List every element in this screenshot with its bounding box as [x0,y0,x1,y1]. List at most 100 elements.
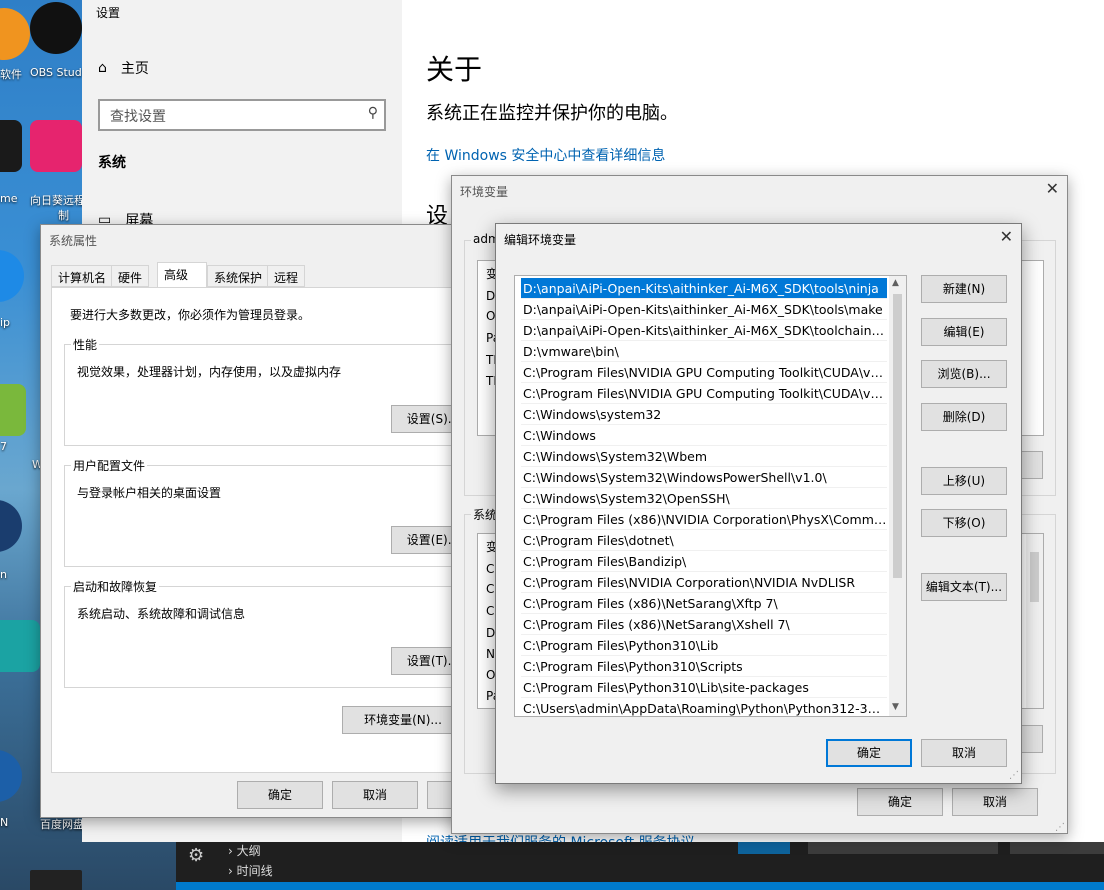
scroll-up-icon[interactable]: ▲ [892,278,899,288]
path-list-item[interactable]: C:\Windows\system32 [521,404,887,425]
resize-grip[interactable]: ⋰ [1009,770,1019,781]
environment-variables-button[interactable]: 环境变量(N)... [342,706,464,734]
dialog-title: 环境变量 [460,185,509,199]
timeline-section[interactable]: › 时间线 [228,862,273,879]
tab-hardware[interactable]: 硬件 [111,265,150,287]
ok-button[interactable]: 确定 [857,788,943,816]
path-list-item[interactable]: C:\Program Files (x86)\NVIDIA Corporatio… [521,509,887,530]
path-list-item[interactable]: C:\Program Files\Python310\Lib\site-pack… [521,677,887,698]
delete-button[interactable]: 删除(D) [921,403,1007,431]
scrollbar[interactable]: ▲ ▼ [889,276,906,716]
desktop-icon-label: N [0,816,9,829]
status-bar [176,882,1104,890]
path-list-item[interactable]: C:\Windows\System32\OpenSSH\ [521,488,887,509]
path-list-item[interactable]: D:\anpai\AiPi-Open-Kits\aithinker_Ai-M6X… [521,320,887,341]
edit-text-button[interactable]: 编辑文本(T)... [921,573,1007,601]
new-button[interactable]: 新建(N) [921,275,1007,303]
scroll-thumb[interactable] [893,294,902,578]
path-list-item[interactable]: C:\Users\admin\AppData\Roaming\Python\Py… [521,698,887,716]
nvidia-icon[interactable] [30,870,82,890]
search-placeholder: 查找设置 [110,109,166,125]
obs-icon[interactable] [30,2,82,54]
app-icon-eye[interactable] [0,500,22,552]
tab-advanced[interactable]: 高级 [157,262,207,288]
cancel-button[interactable]: 取消 [921,739,1007,767]
scroll-thumb[interactable] [1030,552,1039,602]
window-title: 设置 [96,6,121,20]
editor-strip: ⚙ › 大纲 › 时间线 [176,842,1104,890]
path-list-item[interactable]: C:\Program Files\NVIDIA GPU Computing To… [521,383,887,404]
sunlogin-icon[interactable] [30,120,82,172]
desktop-icon-label: 软件 [0,68,22,81]
about-description: 系统正在监控并保护你的电脑。 [426,103,678,124]
move-up-button[interactable]: 上移(U) [921,467,1007,495]
path-list-item[interactable]: C:\Program Files (x86)\NetSarang\Xshell … [521,614,887,635]
performance-group: 性能 视觉效果，处理器计划，内存使用，以及虚拟内存 设置(S)... [64,336,475,446]
cancel-button[interactable]: 取消 [952,788,1038,816]
path-list-item[interactable]: C:\Program Files\Python310\Scripts [521,656,887,677]
desktop-icon-label: n [0,568,7,581]
desktop-icon-label: OBS Stud [30,66,82,79]
admin-note: 要进行大多数更改，你必须作为管理员登录。 [70,308,311,322]
app-icon-blue-check[interactable] [0,750,22,802]
timeline-label: 时间线 [236,864,273,878]
tab-computer-name[interactable]: 计算机名 [51,265,114,287]
group-description: 与登录帐户相关的桌面设置 [77,486,222,500]
path-list-item[interactable]: C:\Windows\System32\WindowsPowerShell\v1… [521,467,887,488]
app-icon-orange[interactable] [0,8,30,60]
path-list[interactable]: D:\anpai\AiPi-Open-Kits\aithinker_Ai-M6X… [514,275,907,717]
path-list-item[interactable]: C:\Program Files\NVIDIA GPU Computing To… [521,362,887,383]
path-list-item[interactable]: D:\anpai\AiPi-Open-Kits\aithinker_Ai-M6X… [521,299,887,320]
cancel-button[interactable]: 取消 [332,781,418,809]
browse-button[interactable]: 浏览(B)... [921,360,1007,388]
scrollbar[interactable] [1026,534,1043,708]
group-title: 启动和故障恢复 [71,578,160,595]
edit-environment-variable-dialog: 编辑环境变量 ✕ D:\anpai\AiPi-Open-Kits\aithink… [495,223,1022,784]
bandizip-icon[interactable] [0,250,24,302]
search-input[interactable]: 查找设置 ⚲ [98,99,386,131]
path-list-item[interactable]: D:\vmware\bin\ [521,341,887,362]
resize-grip[interactable]: ⋰ [1055,822,1065,833]
nav-home-label: 主页 [120,61,149,77]
outline-label: 大纲 [236,844,261,858]
desktop-icon-label: ip [0,316,11,329]
tab-system-protection[interactable]: 系统保护 [207,265,270,287]
path-list-item[interactable]: D:\anpai\AiPi-Open-Kits\aithinker_Ai-M6X… [521,278,887,299]
app-icon-teal[interactable] [0,620,40,672]
system-properties-dialog: 系统属性 计算机名 硬件 高级 系统保护 远程 要进行大多数更改，你必须作为管理… [40,224,475,818]
dialog-title: 系统属性 [49,234,98,248]
shield-app-icon[interactable] [0,120,22,172]
group-title: 用户配置文件 [71,457,148,474]
path-list-item[interactable]: C:\Windows [521,425,887,446]
page-title: 关于 [426,53,483,86]
tab-remote[interactable]: 远程 [267,265,306,287]
desktop-icon-label: 制 [58,209,69,222]
edit-button[interactable]: 编辑(E) [921,318,1007,346]
input-pill[interactable] [1010,842,1104,854]
outline-section[interactable]: › 大纲 [228,842,261,859]
path-list-item[interactable]: C:\Program Files\Python310\Lib [521,635,887,656]
startup-recovery-group: 启动和故障恢复 系统启动、系统故障和调试信息 设置(T)... [64,578,475,688]
path-list-item[interactable]: C:\Program Files\NVIDIA Corporation\NVID… [521,572,887,593]
path-list-item[interactable]: C:\Windows\System32\Wbem [521,446,887,467]
app-icon-green[interactable] [0,384,26,436]
path-list-item[interactable]: C:\Program Files\dotnet\ [521,530,887,551]
nav-home[interactable]: ⌂ 主页 [98,58,149,78]
path-list-item[interactable]: C:\Program Files (x86)\NetSarang\Xftp 7\ [521,593,887,614]
scroll-down-icon[interactable]: ▼ [892,702,899,712]
move-down-button[interactable]: 下移(O) [921,509,1007,537]
blue-button[interactable] [738,842,790,854]
desktop-icon-label: 7 [0,440,7,453]
ok-button[interactable]: 确定 [237,781,323,809]
group-description: 系统启动、系统故障和调试信息 [77,607,246,621]
ok-button[interactable]: 确定 [826,739,912,767]
close-icon[interactable]: ✕ [1046,179,1059,198]
gear-icon[interactable]: ⚙ [188,845,210,867]
security-center-link[interactable]: 在 Windows 安全中心中查看详细信息 [426,145,665,165]
input-pill[interactable] [808,842,998,854]
group-title: 性能 [71,336,100,353]
user-profiles-group: 用户配置文件 与登录帐户相关的桌面设置 设置(E)... [64,457,475,567]
home-icon: ⌂ [98,60,107,76]
close-icon[interactable]: ✕ [1000,227,1013,246]
path-list-item[interactable]: C:\Program Files\Bandizip\ [521,551,887,572]
